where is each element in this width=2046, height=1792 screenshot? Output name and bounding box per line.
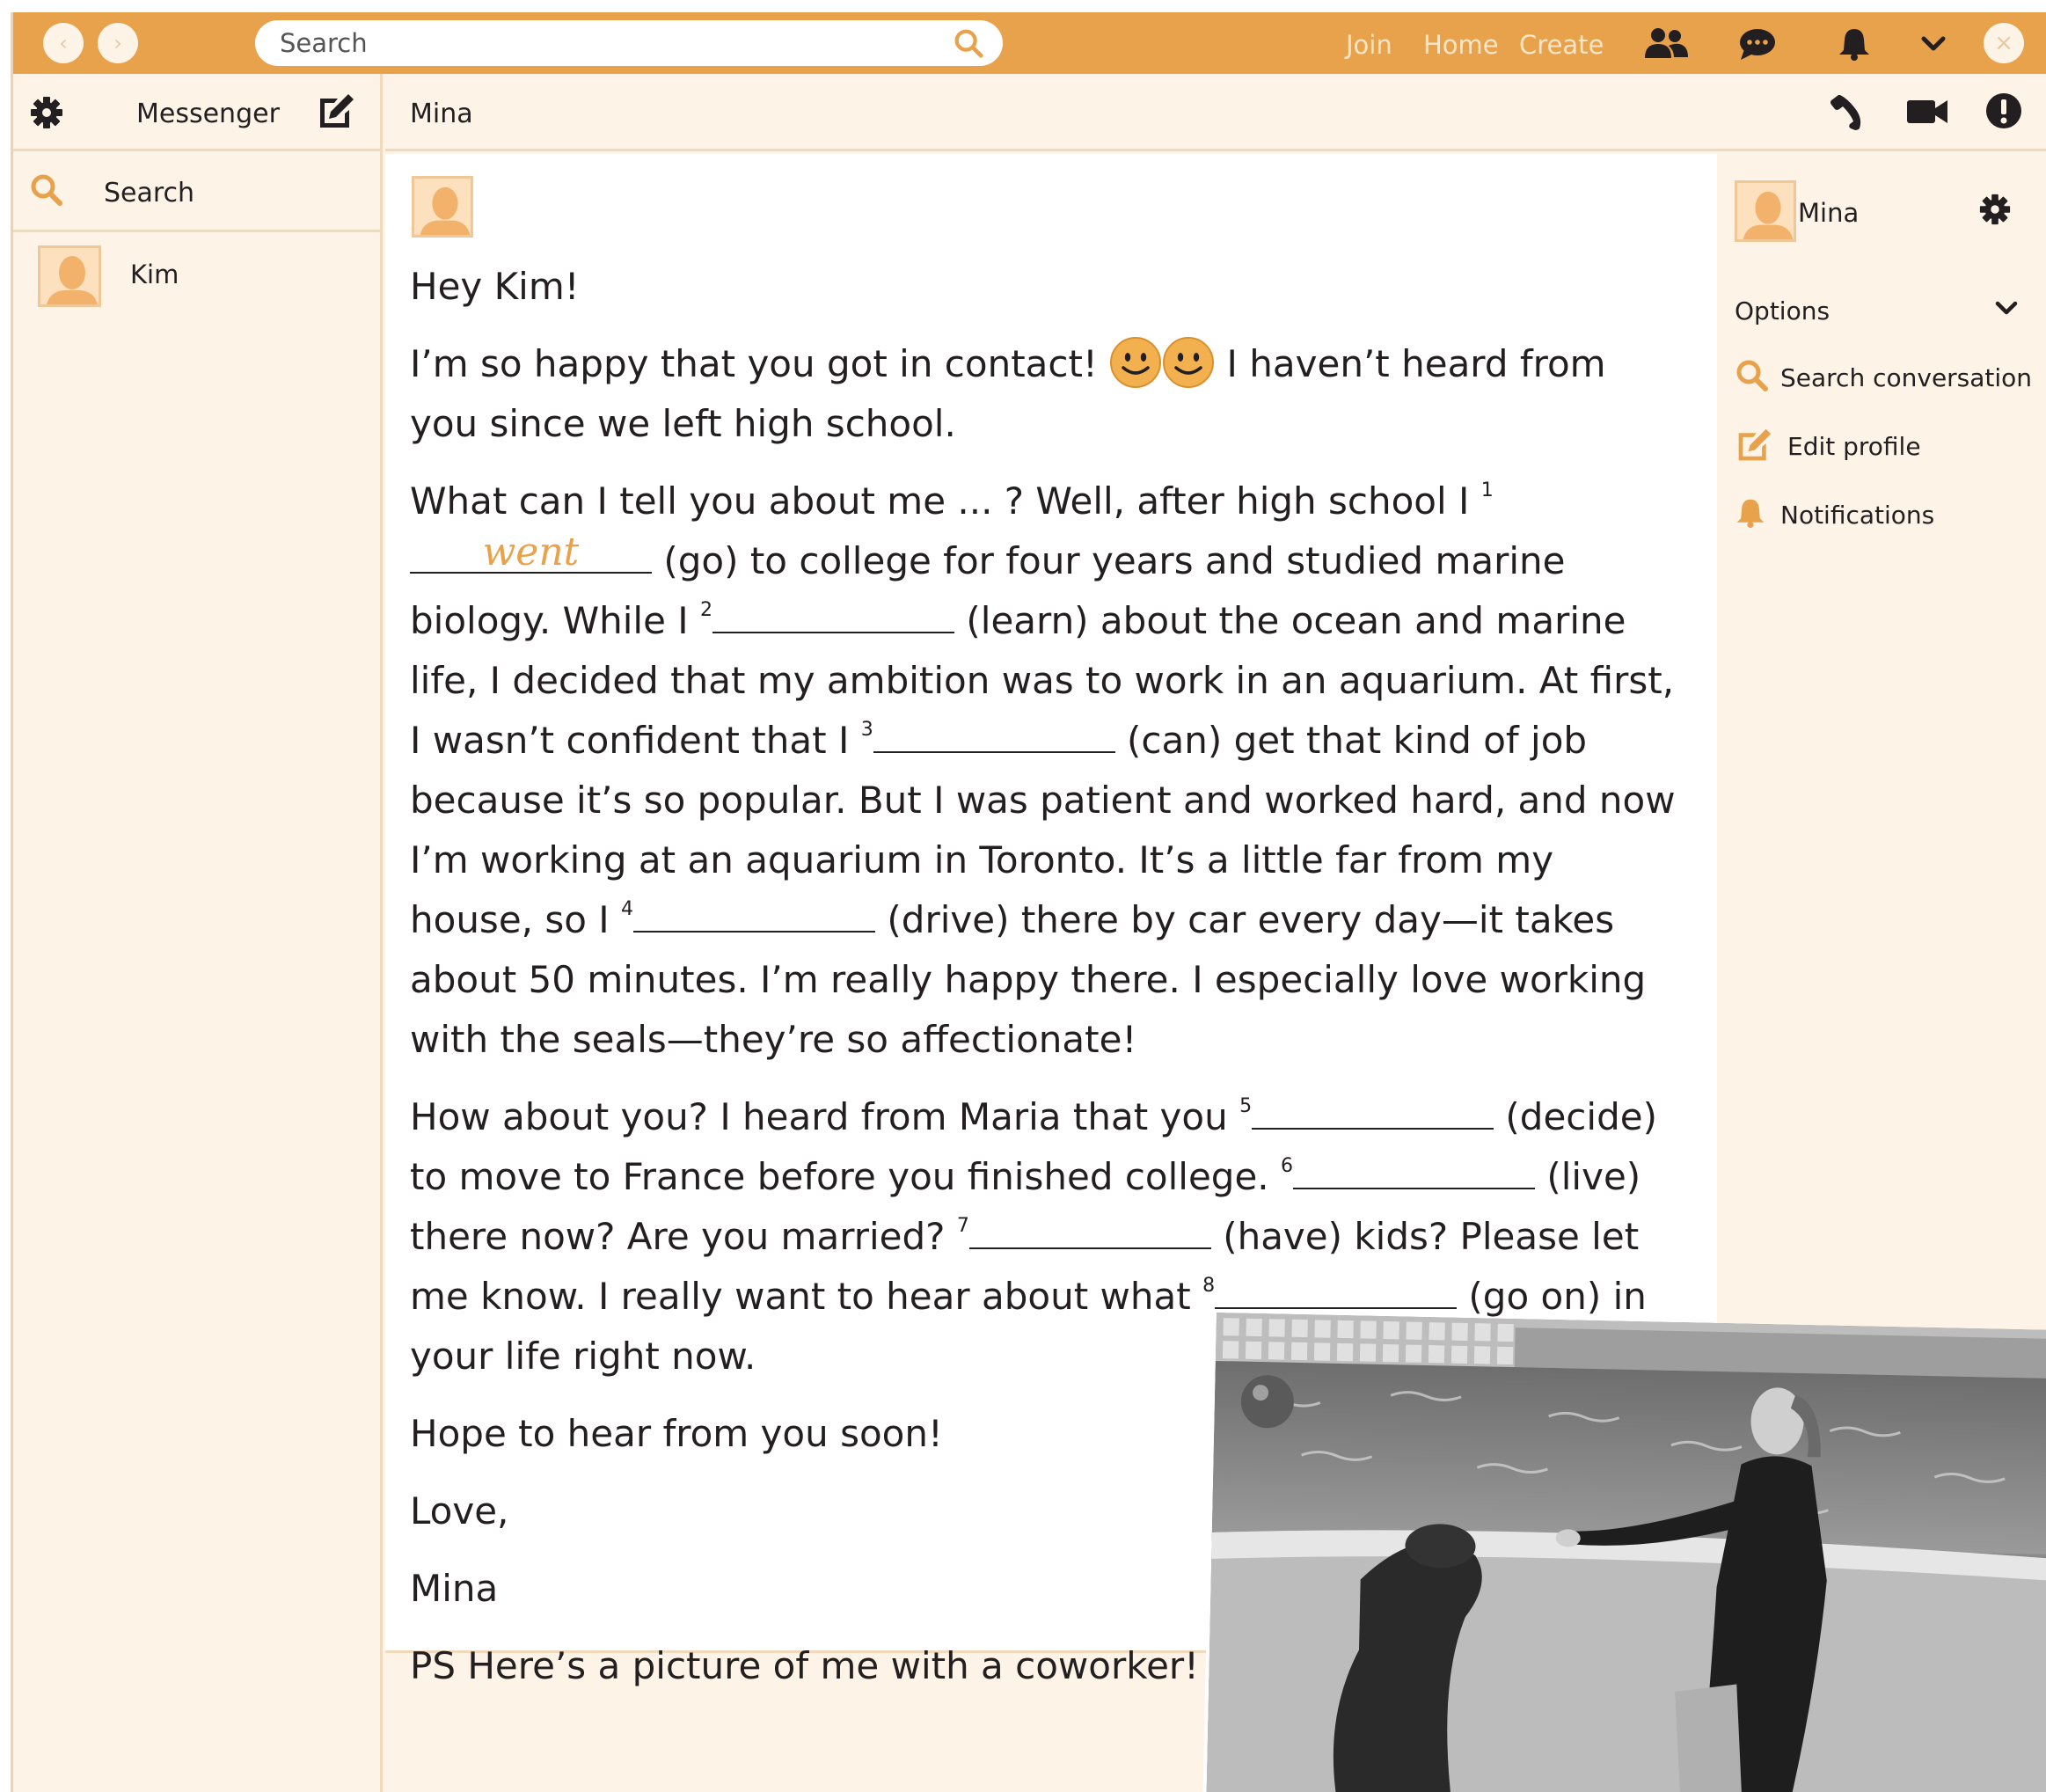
edit-icon — [1738, 428, 1772, 461]
search-icon[interactable] — [952, 26, 985, 60]
blank-4[interactable] — [633, 897, 876, 933]
text-span: I’m so happy that you got in contact! — [410, 342, 1098, 385]
paragraph-2: What can I tell you about me ... ? Well,… — [410, 472, 1685, 1070]
top-bar: ‹ › Search Join Home Create × — [13, 12, 2046, 74]
back-button[interactable]: ‹ — [43, 23, 84, 63]
sidebar: Messenger Search Kim — [13, 74, 383, 1792]
greeting: Hey Kim! — [410, 265, 580, 308]
photo-trainer-with-seal — [1206, 1313, 2046, 1792]
video-camera-icon[interactable] — [1905, 95, 1949, 128]
close-button[interactable]: × — [1984, 23, 2024, 63]
blank-8[interactable] — [1215, 1274, 1458, 1309]
blank-number: 4 — [621, 898, 634, 920]
blank-number: 5 — [1239, 1095, 1253, 1117]
blank-number: 7 — [956, 1215, 969, 1237]
person-silhouette-icon — [420, 187, 471, 235]
chat-header: Mina — [385, 74, 2046, 151]
sender-avatar — [412, 176, 473, 238]
answer-1: went — [482, 530, 580, 574]
avatar — [38, 245, 101, 307]
sidebar-search-input[interactable]: Search — [13, 151, 380, 232]
bell-icon — [1736, 499, 1765, 529]
sidebar-title: Messenger — [136, 99, 280, 129]
chat-title: Mina — [410, 99, 473, 129]
forward-button[interactable]: › — [98, 23, 138, 63]
options-toggle[interactable]: Options — [1735, 296, 1830, 325]
global-search-placeholder: Search — [280, 28, 368, 58]
blank-3[interactable] — [873, 718, 1115, 753]
gear-icon[interactable] — [1978, 193, 2012, 226]
gear-icon[interactable] — [29, 95, 64, 130]
search-icon — [1736, 360, 1768, 391]
contact-item-kim[interactable]: Kim — [13, 235, 380, 323]
person-silhouette-icon — [47, 256, 98, 304]
notifications-label: Notifications — [1780, 501, 1935, 530]
people-icon[interactable] — [1642, 26, 1690, 62]
sidebar-header: Messenger — [13, 74, 380, 151]
text-span: How about you? I heard from Maria that y… — [410, 1095, 1228, 1138]
home-link[interactable]: Home — [1423, 30, 1499, 60]
alert-icon[interactable] — [1984, 91, 2023, 130]
profile-name: Mina — [1798, 198, 1860, 228]
blank-7[interactable] — [968, 1214, 1211, 1249]
compose-icon[interactable] — [315, 91, 355, 132]
bell-icon[interactable] — [1837, 26, 1872, 62]
chevron-down-icon[interactable] — [1920, 26, 1947, 62]
sidebar-search-label: Search — [104, 178, 195, 208]
global-search-input[interactable]: Search — [255, 20, 1003, 66]
search-conversation-label: Search conversation — [1780, 363, 2033, 392]
blank-2[interactable] — [712, 598, 955, 633]
create-link[interactable]: Create — [1519, 30, 1604, 60]
smiley-icon — [1110, 337, 1162, 388]
edit-profile-label: Edit profile — [1787, 432, 1921, 461]
blank-number: 3 — [860, 719, 873, 741]
person-silhouette-icon — [1743, 191, 1794, 239]
blank-1[interactable]: went — [410, 531, 652, 574]
blank-5[interactable] — [1252, 1094, 1494, 1130]
blank-number: 8 — [1202, 1275, 1216, 1297]
contact-name: Kim — [130, 260, 179, 289]
blank-number: 1 — [1480, 479, 1494, 501]
paragraph-1: I’m so happy that you got in contact! I … — [410, 334, 1685, 454]
profile-avatar — [1735, 180, 1796, 242]
blank-number: 2 — [700, 599, 713, 621]
text-span: What can I tell you about me ... ? Well,… — [410, 479, 1470, 523]
search-icon — [31, 174, 62, 206]
chat-bubble-icon[interactable] — [1737, 26, 1778, 62]
messenger-window: ‹ › Search Join Home Create × Messenger … — [11, 12, 2046, 1792]
chevron-down-icon[interactable] — [1993, 295, 2020, 321]
join-link[interactable]: Join — [1346, 30, 1392, 60]
blank-6[interactable] — [1293, 1154, 1536, 1189]
blank-number: 6 — [1281, 1155, 1294, 1177]
smiley-icon — [1163, 337, 1215, 388]
phone-icon[interactable] — [1828, 91, 1867, 130]
